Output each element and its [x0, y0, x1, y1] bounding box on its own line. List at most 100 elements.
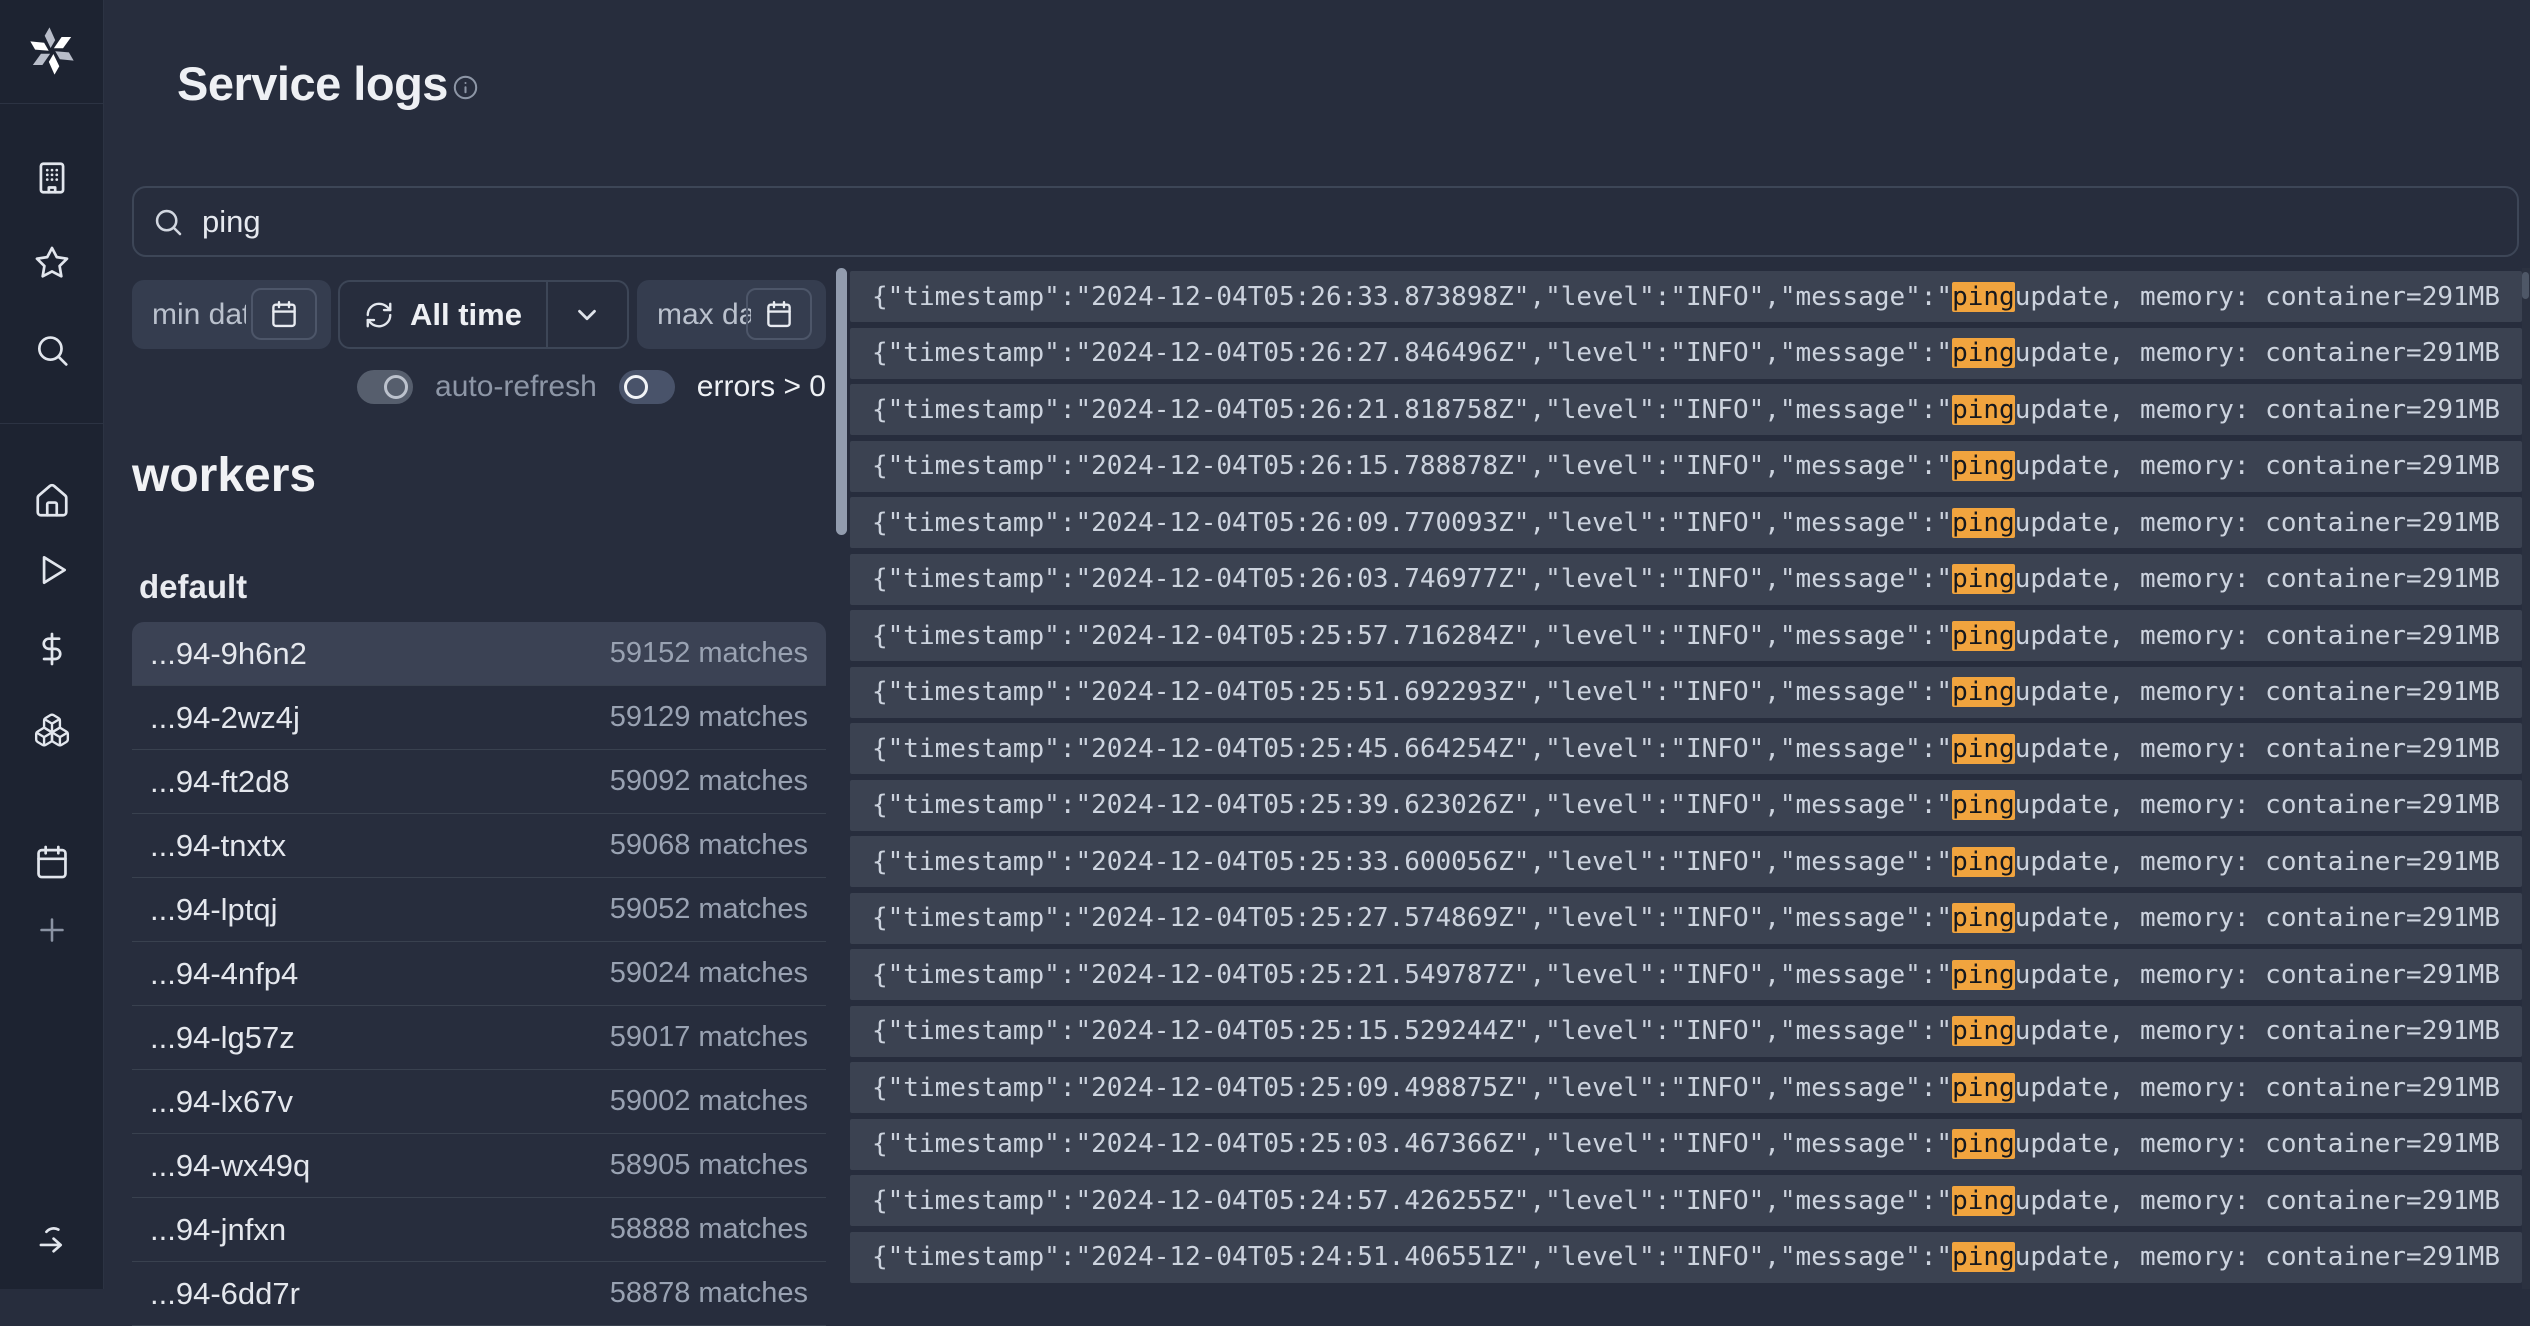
worker-list-item[interactable]: ...94-9h6n2 59152 matches — [132, 622, 826, 686]
log-highlight-ping: ping — [1952, 621, 2015, 651]
create-plus-icon[interactable] — [31, 909, 73, 951]
auto-refresh-toggle[interactable] — [357, 370, 413, 404]
log-highlight-ping: ping — [1952, 734, 2015, 764]
worker-list-item[interactable]: ...94-jnfxn 58888 matches — [132, 1198, 826, 1262]
favorites-star-icon[interactable] — [31, 242, 73, 284]
page-title: Service logs — [177, 56, 448, 111]
log-json-prefix: {"timestamp":" — [872, 564, 1091, 594]
log-scrollbar-thumb[interactable] — [2522, 272, 2529, 299]
log-row[interactable]: {"timestamp":"2024-12-04T05:25:27.574869… — [850, 893, 2522, 944]
log-json-mid: ","level":"INFO","message":" — [1514, 960, 1952, 990]
log-timestamp: 2024-12-04T05:25:51.692293Z — [1091, 677, 1514, 707]
worker-match-count: 59152 matches — [610, 637, 808, 670]
content-scrollbar-thumb[interactable] — [836, 268, 847, 535]
log-timestamp: 2024-12-04T05:26:03.746977Z — [1091, 564, 1514, 594]
log-json-suffix: update, memory: container=291MB — [2015, 960, 2500, 990]
log-highlight-ping: ping — [1952, 395, 2015, 425]
worker-match-count: 58888 matches — [610, 1213, 808, 1246]
log-highlight-ping: ping — [1952, 282, 2015, 312]
log-row[interactable]: {"timestamp":"2024-12-04T05:26:21.818758… — [850, 384, 2522, 435]
worker-list-item[interactable]: ...94-wx49q 58905 matches — [132, 1134, 826, 1198]
log-row[interactable]: {"timestamp":"2024-12-04T05:25:51.692293… — [850, 667, 2522, 718]
resources-boxes-icon[interactable] — [31, 709, 73, 751]
refresh-icon — [364, 300, 394, 330]
log-json-prefix: {"timestamp":" — [872, 734, 1091, 764]
log-row[interactable]: {"timestamp":"2024-12-04T05:26:27.846496… — [850, 328, 2522, 379]
max-date-input[interactable] — [657, 298, 751, 332]
worker-list-item[interactable]: ...94-ft2d8 59092 matches — [132, 750, 826, 814]
log-highlight-ping: ping — [1952, 1129, 2015, 1159]
log-row[interactable]: {"timestamp":"2024-12-04T05:25:45.664254… — [850, 723, 2522, 774]
log-json-mid: ","level":"INFO","message":" — [1514, 338, 1952, 368]
max-date-calendar-button[interactable] — [746, 288, 812, 340]
worker-list-item[interactable]: ...94-lptqj 59052 matches — [132, 878, 826, 942]
log-row[interactable]: {"timestamp":"2024-12-04T05:25:03.467366… — [850, 1119, 2522, 1170]
log-row[interactable]: {"timestamp":"2024-12-04T05:25:09.498875… — [850, 1062, 2522, 1113]
buildings-icon[interactable] — [31, 157, 73, 199]
log-row[interactable]: {"timestamp":"2024-12-04T05:26:33.873898… — [850, 271, 2522, 322]
log-highlight-ping: ping — [1952, 1242, 2015, 1272]
errors-toggle[interactable] — [619, 370, 675, 404]
log-json-mid: ","level":"INFO","message":" — [1514, 903, 1952, 933]
log-row[interactable]: {"timestamp":"2024-12-04T05:25:33.600056… — [850, 836, 2522, 887]
log-row[interactable]: {"timestamp":"2024-12-04T05:25:57.716284… — [850, 610, 2522, 661]
time-range-button[interactable]: All time — [340, 282, 546, 347]
runs-play-icon[interactable] — [31, 549, 73, 591]
log-scrollbar-track[interactable] — [2522, 268, 2530, 1289]
log-row[interactable]: {"timestamp":"2024-12-04T05:26:15.788878… — [850, 441, 2522, 492]
log-row[interactable]: {"timestamp":"2024-12-04T05:25:15.529244… — [850, 1006, 2522, 1057]
log-timestamp: 2024-12-04T05:25:57.716284Z — [1091, 621, 1514, 651]
log-highlight-ping: ping — [1952, 960, 2015, 990]
windmill-logo-icon[interactable] — [27, 26, 77, 76]
worker-list-item[interactable]: ...94-2wz4j 59129 matches — [132, 686, 826, 750]
log-highlight-ping: ping — [1952, 451, 2015, 481]
log-timestamp: 2024-12-04T05:26:27.846496Z — [1091, 338, 1514, 368]
log-json-mid: ","level":"INFO","message":" — [1514, 1129, 1952, 1159]
log-row[interactable]: {"timestamp":"2024-12-04T05:24:51.406551… — [850, 1232, 2522, 1283]
worker-match-count: 59068 matches — [610, 829, 808, 862]
log-row[interactable]: {"timestamp":"2024-12-04T05:24:57.426255… — [850, 1175, 2522, 1226]
log-json-mid: ","level":"INFO","message":" — [1514, 677, 1952, 707]
worker-name: ...94-6dd7r — [150, 1276, 300, 1312]
worker-list-item[interactable]: ...94-lx67v 59002 matches — [132, 1070, 826, 1134]
global-search-icon[interactable] — [31, 330, 73, 372]
log-row[interactable]: {"timestamp":"2024-12-04T05:25:21.549787… — [850, 949, 2522, 1000]
log-row[interactable]: {"timestamp":"2024-12-04T05:25:39.623026… — [850, 780, 2522, 831]
worker-list-item[interactable]: ...94-4nfp4 59024 matches — [132, 942, 826, 1006]
worker-list-item[interactable]: ...94-lg57z 59017 matches — [132, 1006, 826, 1070]
variables-dollar-icon[interactable] — [31, 628, 73, 670]
log-row[interactable]: {"timestamp":"2024-12-04T05:26:09.770093… — [850, 497, 2522, 548]
log-highlight-ping: ping — [1952, 847, 2015, 877]
log-highlight-ping: ping — [1952, 564, 2015, 594]
time-range-label: All time — [410, 297, 522, 333]
min-date-input[interactable] — [152, 298, 246, 332]
log-row[interactable]: {"timestamp":"2024-12-04T05:26:03.746977… — [850, 554, 2522, 605]
log-json-prefix: {"timestamp":" — [872, 451, 1091, 481]
time-range-dropdown-button[interactable] — [546, 282, 627, 347]
schedules-calendar-icon[interactable] — [31, 841, 73, 883]
log-json-suffix: update, memory: container=291MB — [2015, 1242, 2500, 1272]
log-timestamp: 2024-12-04T05:25:45.664254Z — [1091, 734, 1514, 764]
log-json-suffix: update, memory: container=291MB — [2015, 621, 2500, 651]
worker-list-item[interactable]: ...94-6dd7r 58878 matches — [132, 1262, 826, 1326]
info-icon[interactable] — [452, 74, 479, 101]
expand-sidebar-icon[interactable] — [31, 1220, 73, 1262]
log-json-mid: ","level":"INFO","message":" — [1514, 734, 1952, 764]
auto-refresh-label: auto-refresh — [435, 370, 597, 404]
chevron-down-icon — [572, 300, 602, 330]
home-icon[interactable] — [31, 480, 73, 522]
log-json-suffix: update, memory: container=291MB — [2015, 1073, 2500, 1103]
log-json-suffix: update, memory: container=291MB — [2015, 338, 2500, 368]
min-date-calendar-button[interactable] — [251, 288, 317, 340]
worker-name: ...94-lx67v — [150, 1084, 293, 1120]
worker-match-count: 59002 matches — [610, 1085, 808, 1118]
worker-list-item[interactable]: ...94-tnxtx 59068 matches — [132, 814, 826, 878]
search-input[interactable] — [202, 204, 2499, 240]
log-json-prefix: {"timestamp":" — [872, 1016, 1091, 1046]
sidebar-divider — [0, 103, 103, 104]
log-json-mid: ","level":"INFO","message":" — [1514, 621, 1952, 651]
log-timestamp: 2024-12-04T05:25:27.574869Z — [1091, 903, 1514, 933]
log-json-prefix: {"timestamp":" — [872, 1186, 1091, 1216]
log-json-prefix: {"timestamp":" — [872, 621, 1091, 651]
log-json-prefix: {"timestamp":" — [872, 338, 1091, 368]
